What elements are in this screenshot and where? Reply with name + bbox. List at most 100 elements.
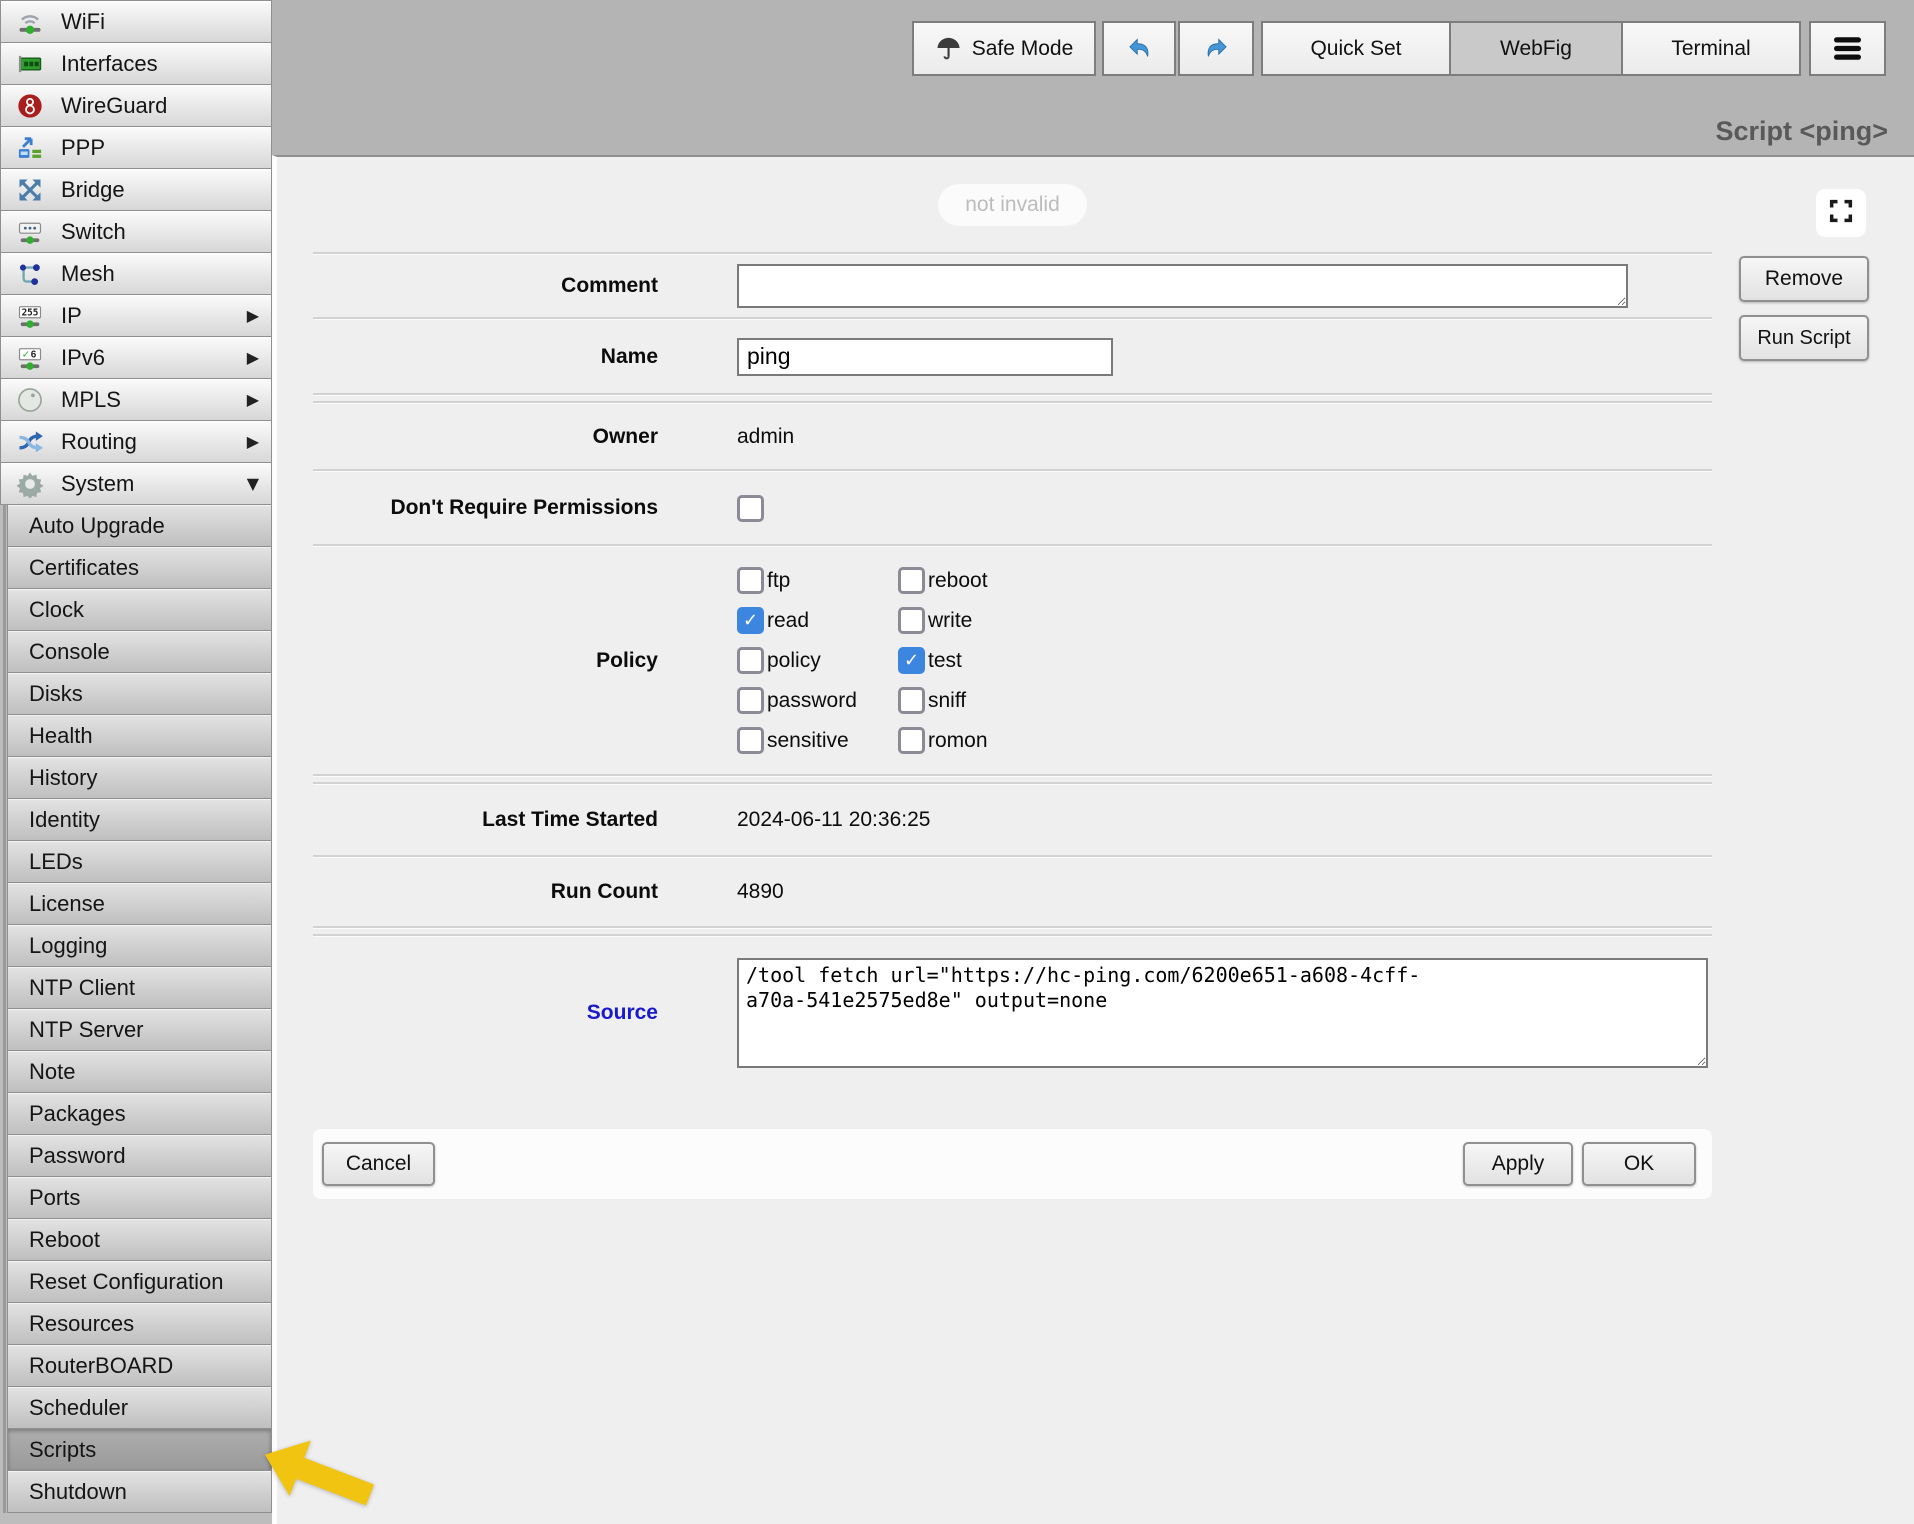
sidebar-item-reboot[interactable]: Reboot (7, 1218, 272, 1261)
sidebar-item-switch[interactable]: Switch (0, 210, 272, 253)
sidebar-item-console[interactable]: Console (7, 630, 272, 673)
safe-mode-button[interactable]: Safe Mode (912, 21, 1096, 76)
ok-button[interactable]: OK (1582, 1142, 1696, 1186)
name-label: Name (313, 345, 658, 369)
tab-quick-set[interactable]: Quick Set (1261, 21, 1451, 76)
form-action-bar: Cancel Apply OK (313, 1129, 1712, 1199)
run-count-value: 4890 (737, 880, 784, 904)
sidebar-item-shutdown[interactable]: Shutdown (7, 1470, 272, 1513)
sidebar-item-reset-configuration[interactable]: Reset Configuration (7, 1260, 272, 1303)
checkbox-sniff[interactable] (898, 687, 925, 714)
divider (313, 774, 1712, 777)
run-script-button[interactable]: Run Script (1739, 315, 1869, 361)
checkbox-sensitive[interactable] (737, 727, 764, 754)
sidebar-item-label: WireGuard (61, 93, 167, 119)
tab-webfig[interactable]: WebFig (1449, 21, 1623, 76)
sidebar-item-scripts[interactable]: Scripts (7, 1428, 272, 1471)
sidebar-item-certificates[interactable]: Certificates (7, 546, 272, 589)
sidebar-item-mpls[interactable]: MPLS▶ (0, 378, 272, 421)
chevron-right-icon: ▶ (247, 390, 263, 409)
sidebar-item-bridge[interactable]: Bridge (0, 168, 272, 211)
comment-row: Comment (313, 255, 1712, 317)
system-submenu: Auto UpgradeCertificatesClockConsoleDisk… (3, 504, 272, 1513)
undo-button[interactable] (1102, 21, 1176, 76)
checkbox-write[interactable] (898, 607, 925, 634)
hamburger-menu-button[interactable] (1809, 21, 1886, 76)
last-time-started-label: Last Time Started (313, 808, 658, 832)
sidebar-item-resources[interactable]: Resources (7, 1302, 272, 1345)
sidebar-item-system[interactable]: System▼ (0, 462, 272, 505)
sidebar-item-logging[interactable]: Logging (7, 924, 272, 967)
ip-icon: 255 (15, 301, 45, 331)
switch-icon (15, 217, 45, 247)
checkbox-test[interactable]: ✓ (898, 647, 925, 674)
last-time-started-row: Last Time Started 2024-06-11 20:36:25 (313, 785, 1712, 855)
sidebar-item-label: IPv6 (61, 345, 105, 371)
sidebar-item-password[interactable]: Password (7, 1134, 272, 1177)
sidebar-item-ports[interactable]: Ports (7, 1176, 272, 1219)
owner-value: admin (737, 425, 794, 449)
checkbox-read[interactable]: ✓ (737, 607, 764, 634)
bridge-icon (15, 175, 45, 205)
sidebar-item-history[interactable]: History (7, 756, 272, 799)
checkbox-password[interactable] (737, 687, 764, 714)
sidebar-item-ntp-server[interactable]: NTP Server (7, 1008, 272, 1051)
fullscreen-icon (1827, 197, 1855, 230)
policy-option-label: test (928, 649, 962, 673)
chevron-down-icon: ▼ (247, 474, 263, 493)
policy-checkbox-grid: ftpreboot✓readwritepolicy✓testpasswordsn… (737, 567, 988, 754)
hamburger-icon (1834, 35, 1861, 62)
checkbox-reboot[interactable] (898, 567, 925, 594)
sidebar-item-mesh[interactable]: Mesh (0, 252, 272, 295)
checkbox-policy[interactable] (737, 647, 764, 674)
sidebar-item-wireguard[interactable]: WireGuard (0, 84, 272, 127)
sidebar-item-label: PPP (61, 135, 105, 161)
page-title: Script <ping> (1715, 116, 1888, 147)
sidebar-item-label: Mesh (61, 261, 115, 287)
comment-label: Comment (313, 274, 658, 298)
sidebar-item-health[interactable]: Health (7, 714, 272, 757)
owner-row: Owner admin (313, 404, 1712, 469)
checkbox-dont-require-permissions[interactable] (737, 495, 764, 522)
status-badge-row: not invalid (313, 157, 1712, 252)
sidebar-item-packages[interactable]: Packages (7, 1092, 272, 1135)
sidebar-item-ipv6[interactable]: ✓6IPv6▶ (0, 336, 272, 379)
apply-button[interactable]: Apply (1463, 1142, 1573, 1186)
sidebar-item-scheduler[interactable]: Scheduler (7, 1386, 272, 1429)
redo-button[interactable] (1178, 21, 1254, 76)
policy-option-label: reboot (928, 569, 988, 593)
sidebar-item-note[interactable]: Note (7, 1050, 272, 1093)
checkbox-ftp[interactable] (737, 567, 764, 594)
sidebar-item-ip[interactable]: 255IP▶ (0, 294, 272, 337)
sidebar-item-license[interactable]: License (7, 882, 272, 925)
name-input[interactable] (737, 338, 1113, 376)
source-label[interactable]: Source (313, 1001, 658, 1025)
routing-icon (15, 427, 45, 457)
sidebar-item-wifi[interactable]: WiFi (0, 0, 272, 43)
dont-require-permissions-label: Don't Require Permissions (313, 496, 658, 520)
sidebar-item-clock[interactable]: Clock (7, 588, 272, 631)
policy-option-label: ftp (767, 569, 790, 593)
sidebar-item-routing[interactable]: Routing▶ (0, 420, 272, 463)
tab-terminal[interactable]: Terminal (1621, 21, 1801, 76)
checkbox-romon[interactable] (898, 727, 925, 754)
comment-input[interactable] (737, 264, 1628, 308)
source-input[interactable]: /tool fetch url="https://hc-ping.com/620… (737, 958, 1708, 1068)
chevron-right-icon: ▶ (247, 348, 263, 367)
sidebar-item-routerboard[interactable]: RouterBOARD (7, 1344, 272, 1387)
sidebar-item-ntp-client[interactable]: NTP Client (7, 966, 272, 1009)
run-count-label: Run Count (313, 880, 658, 904)
svg-text:✓: ✓ (22, 349, 30, 360)
cancel-button[interactable]: Cancel (322, 1142, 435, 1186)
sidebar-item-leds[interactable]: LEDs (7, 840, 272, 883)
fullscreen-button[interactable] (1816, 189, 1866, 237)
sidebar-item-label: Routing (61, 429, 137, 455)
sidebar-item-identity[interactable]: Identity (7, 798, 272, 841)
sidebar-item-disks[interactable]: Disks (7, 672, 272, 715)
sidebar-item-auto-upgrade[interactable]: Auto Upgrade (7, 504, 272, 547)
remove-button[interactable]: Remove (1739, 256, 1869, 302)
policy-option-label: sniff (928, 689, 966, 713)
divider (313, 393, 1712, 396)
sidebar-item-interfaces[interactable]: Interfaces (0, 42, 272, 85)
sidebar-item-ppp[interactable]: PPP (0, 126, 272, 169)
